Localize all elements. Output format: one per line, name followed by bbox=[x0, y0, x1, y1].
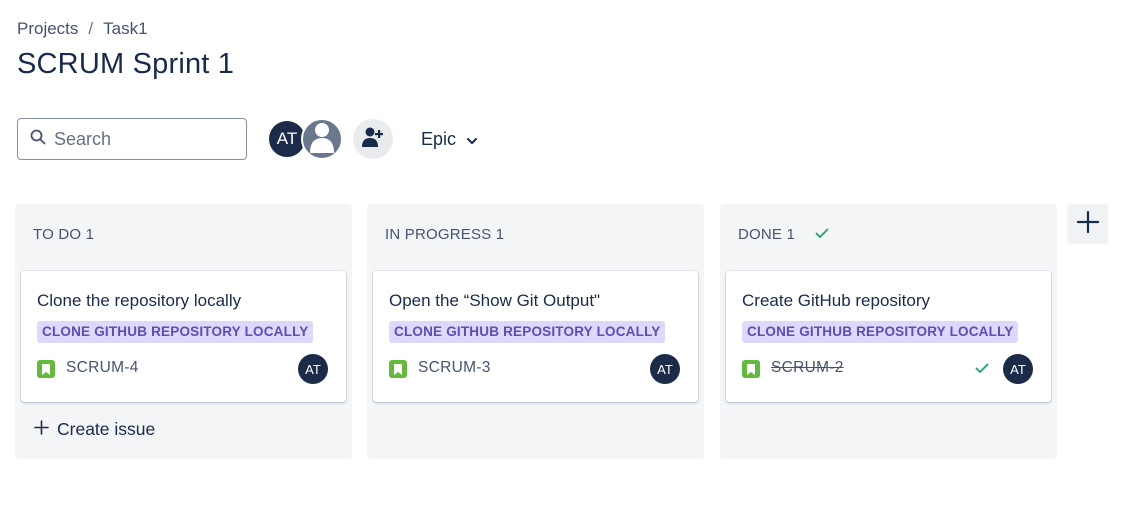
assignee-avatars: AT bbox=[267, 118, 343, 160]
card-title: Open the “Show Git Output" bbox=[389, 291, 601, 310]
assignee-avatar[interactable]: AT bbox=[298, 354, 328, 384]
story-icon bbox=[742, 360, 760, 378]
column-title: IN PROGRESS 1 bbox=[385, 226, 505, 243]
card-title: Create GitHub repository bbox=[742, 291, 931, 310]
epic-lozenge: CLONE GITHUB REPOSITORY LOCALLY bbox=[742, 321, 1019, 343]
column-in-progress: IN PROGRESS 1 Open the “Show Git Output"… bbox=[367, 204, 704, 459]
page-title: SCRUM Sprint 1 bbox=[17, 48, 235, 80]
plus-icon bbox=[34, 419, 49, 440]
add-people-button[interactable] bbox=[353, 119, 393, 159]
column-done: DONE 1 Create GitHub repository CLONE GI… bbox=[720, 204, 1057, 459]
search-icon bbox=[30, 129, 46, 150]
board-toolbar: AT Epic bbox=[17, 118, 478, 160]
checkmark-icon bbox=[815, 226, 829, 243]
add-column-button[interactable] bbox=[1067, 204, 1108, 244]
done-checkmark-icon bbox=[975, 361, 989, 379]
column-title: TO DO 1 bbox=[33, 226, 95, 243]
column-header: TO DO 1 bbox=[33, 226, 94, 243]
assignee-avatar[interactable]: AT bbox=[650, 354, 680, 384]
breadcrumb-projects[interactable]: Projects bbox=[17, 19, 78, 39]
assignee-avatar[interactable]: AT bbox=[1003, 354, 1033, 384]
issue-card[interactable]: Create GitHub repository CLONE GITHUB RE… bbox=[726, 271, 1051, 402]
breadcrumb: Projects / Task1 bbox=[17, 19, 148, 39]
search-input[interactable] bbox=[54, 128, 224, 150]
breadcrumb-task1[interactable]: Task1 bbox=[103, 19, 147, 39]
create-issue-label: Create issue bbox=[57, 419, 156, 439]
add-person-icon bbox=[361, 126, 385, 153]
issue-key[interactable]: SCRUM-3 bbox=[418, 359, 491, 377]
column-header: DONE 1 bbox=[738, 226, 829, 243]
create-issue-button[interactable]: Create issue bbox=[34, 419, 155, 440]
issue-card[interactable]: Open the “Show Git Output" CLONE GITHUB … bbox=[373, 271, 698, 402]
story-icon bbox=[389, 360, 407, 378]
person-icon bbox=[307, 120, 337, 158]
column-title: DONE 1 bbox=[738, 226, 796, 243]
breadcrumb-separator: / bbox=[88, 19, 94, 38]
epic-lozenge: CLONE GITHUB REPOSITORY LOCALLY bbox=[389, 321, 666, 343]
search-box[interactable] bbox=[17, 118, 247, 160]
column-todo: TO DO 1 Clone the repository locally CLO… bbox=[15, 204, 352, 459]
issue-card[interactable]: Clone the repository locally CLONE GITHU… bbox=[21, 271, 346, 402]
epic-filter-label: Epic bbox=[421, 128, 457, 149]
story-icon bbox=[37, 360, 55, 378]
plus-icon bbox=[1076, 210, 1100, 239]
epic-filter-dropdown[interactable]: Epic bbox=[421, 129, 478, 150]
column-header: IN PROGRESS 1 bbox=[385, 226, 504, 243]
card-title: Clone the repository locally bbox=[37, 291, 242, 310]
issue-key[interactable]: SCRUM-2 bbox=[771, 359, 844, 377]
issue-key[interactable]: SCRUM-4 bbox=[66, 359, 139, 377]
unassigned-avatar[interactable] bbox=[301, 118, 343, 160]
chevron-down-icon bbox=[466, 129, 478, 150]
epic-lozenge: CLONE GITHUB REPOSITORY LOCALLY bbox=[37, 321, 314, 343]
